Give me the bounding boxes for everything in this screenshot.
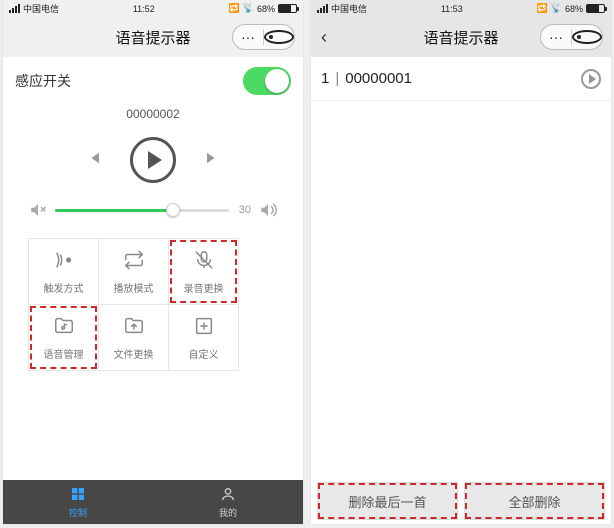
mini-program-capsule[interactable]: ··· — [232, 24, 295, 50]
play-button[interactable] — [130, 137, 176, 183]
battery-percent: 68% — [565, 4, 583, 14]
volume-mute-icon[interactable] — [29, 201, 47, 219]
phone-file-list-screen: 中国电信 11:53 🔁📡 68% ‹ 语音提示器 ··· 1|00000001… — [311, 0, 611, 524]
carrier-label: 中国电信 — [331, 2, 367, 15]
grid-item-label: 播放模式 — [114, 280, 154, 295]
folder-music-icon — [53, 315, 75, 342]
tab-mine[interactable]: 我的 — [153, 480, 303, 524]
mic-off-icon — [193, 249, 215, 276]
grid-item-label: 语音管理 — [44, 346, 84, 361]
volume-up-icon[interactable] — [259, 201, 277, 219]
sensor-toggle[interactable] — [243, 67, 291, 95]
file-name: 00000001 — [345, 70, 412, 87]
capsule-more-icon[interactable]: ··· — [541, 29, 571, 45]
grid-item-mic-off[interactable]: 录音更换 — [168, 238, 239, 305]
page-title: 语音提示器 — [115, 27, 190, 48]
file-play-button[interactable] — [581, 69, 601, 89]
grid-item-folder-music[interactable]: 语音管理 — [28, 304, 99, 371]
capsule-more-icon[interactable]: ··· — [233, 29, 263, 45]
grid-icon — [70, 486, 86, 505]
delete-all-button[interactable]: 全部删除 — [464, 482, 605, 520]
plus-icon — [193, 315, 215, 342]
grid-item-label: 文件更换 — [114, 346, 154, 361]
grid-item-label: 录音更换 — [184, 280, 224, 295]
file-row[interactable]: 1|00000001 — [311, 57, 611, 101]
grid-item-label: 触发方式 — [44, 280, 84, 295]
bottom-button-row: 删除最后一首 全部删除 — [317, 482, 605, 520]
switch-label: 感应开关 — [15, 71, 71, 91]
file-list: 1|00000001 — [311, 57, 611, 101]
delete-last-button[interactable]: 删除最后一首 — [317, 482, 458, 520]
player-controls — [3, 137, 303, 183]
play-icon — [148, 151, 162, 169]
header: ‹ 语音提示器 ··· — [311, 17, 611, 57]
status-bar: 中国电信 11:53 🔁📡 68% — [311, 0, 611, 17]
back-button[interactable]: ‹ — [321, 27, 327, 48]
page-title: 语音提示器 — [423, 27, 498, 48]
clock: 11:53 — [441, 4, 463, 14]
battery-icon — [278, 4, 297, 13]
track-number: 00000002 — [3, 107, 303, 121]
prev-button[interactable] — [84, 149, 102, 172]
volume-row: 30 — [3, 183, 303, 233]
header: 语音提示器 ··· — [3, 17, 303, 57]
bottom-tab-bar: 控制 我的 — [3, 480, 303, 524]
tab-control[interactable]: 控制 — [3, 480, 153, 524]
grid-item-folder-up[interactable]: 文件更换 — [98, 304, 169, 371]
status-bar: 中国电信 11:52 🔁📡 68% — [3, 0, 303, 17]
next-button[interactable] — [204, 149, 222, 172]
volume-value: 30 — [239, 204, 251, 216]
feature-grid: 触发方式 播放模式 录音更换语音管理 文件更换 自定义 — [29, 239, 303, 371]
folder-up-icon — [123, 315, 145, 342]
volume-slider[interactable] — [55, 209, 229, 212]
signal-icon — [317, 4, 328, 13]
capsule-close-icon[interactable] — [264, 30, 294, 44]
tab-label: 我的 — [219, 506, 237, 519]
file-index: 1 — [321, 70, 329, 87]
antenna-icon — [53, 249, 75, 276]
repeat-icon — [123, 249, 145, 276]
grid-item-antenna[interactable]: 触发方式 — [28, 238, 99, 305]
mini-program-capsule[interactable]: ··· — [540, 24, 603, 50]
tab-label: 控制 — [69, 506, 87, 519]
grid-item-plus[interactable]: 自定义 — [168, 304, 239, 371]
capsule-close-icon[interactable] — [572, 30, 602, 44]
battery-percent: 68% — [257, 4, 275, 14]
battery-icon — [586, 4, 605, 13]
carrier-label: 中国电信 — [23, 2, 59, 15]
clock: 11:52 — [133, 4, 155, 14]
phone-control-screen: 中国电信 11:52 🔁📡 68% 语音提示器 ··· 感应开关 0000000… — [3, 0, 303, 524]
signal-icon — [9, 4, 20, 13]
user-icon — [220, 486, 236, 505]
grid-item-repeat[interactable]: 播放模式 — [98, 238, 169, 305]
grid-item-label: 自定义 — [189, 346, 219, 361]
